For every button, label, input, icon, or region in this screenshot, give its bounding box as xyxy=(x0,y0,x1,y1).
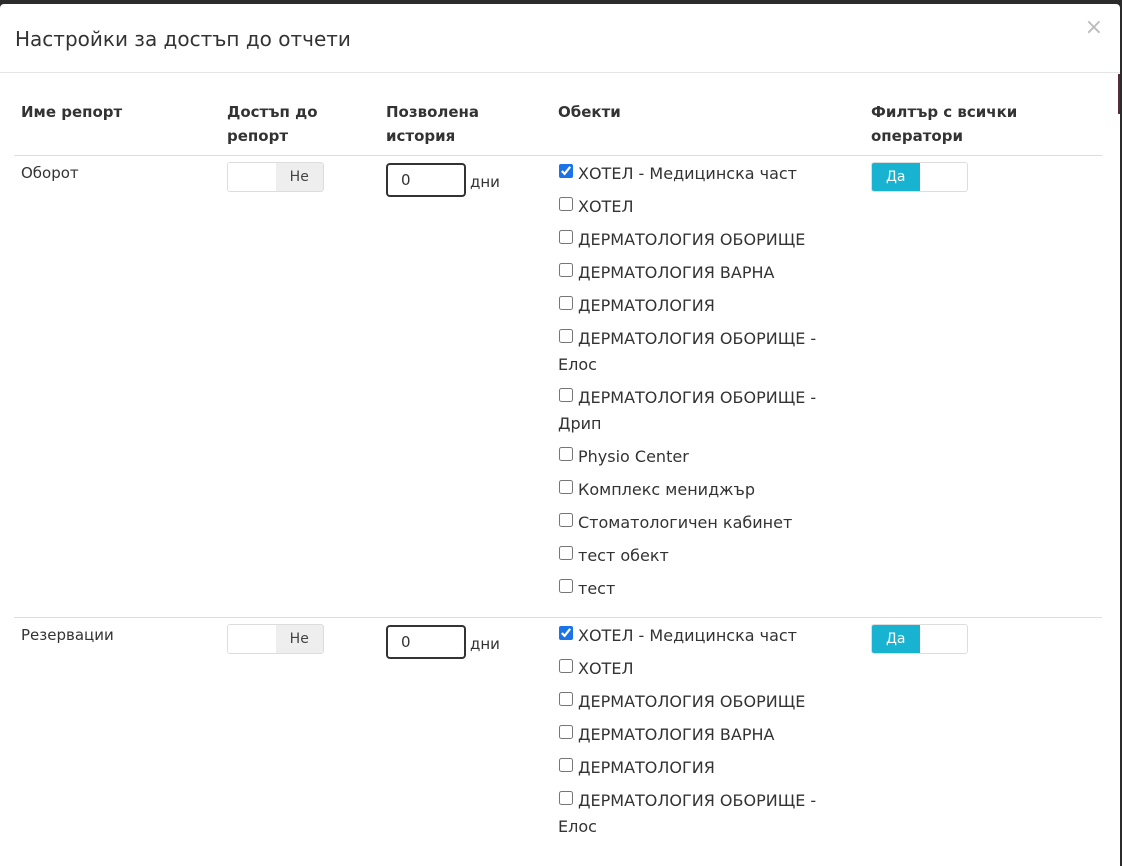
object-label: Physio Center xyxy=(578,447,689,466)
object-checkbox[interactable] xyxy=(559,480,573,494)
object-option[interactable]: ХОТЕЛ xyxy=(558,194,857,220)
object-option[interactable]: тест xyxy=(558,576,857,602)
header-filter: Филтър с всички оператори xyxy=(871,103,1018,145)
header-name: Име репорт xyxy=(21,103,123,121)
object-option[interactable]: Physio Center xyxy=(558,444,857,470)
object-label: Стоматологичен кабинет xyxy=(578,513,793,532)
table-row: Оборот Не дни ХОТЕЛ - Медицинска част ХО… xyxy=(14,156,1102,618)
object-checkbox[interactable] xyxy=(559,388,573,402)
object-label: ДЕРМАТОЛОГИЯ ОБОРИЩЕ - Дрип xyxy=(558,388,817,433)
access-toggle[interactable]: Не xyxy=(227,162,324,192)
report-name: Резервации xyxy=(21,626,114,644)
object-label: ХОТЕЛ - Медицинска част xyxy=(578,164,797,183)
object-label: тест xyxy=(578,579,616,598)
object-checkbox[interactable] xyxy=(559,626,573,640)
object-checkbox[interactable] xyxy=(559,197,573,211)
object-label: ХОТЕЛ xyxy=(578,659,634,678)
history-days-input[interactable] xyxy=(386,163,466,197)
object-checkbox[interactable] xyxy=(559,758,573,772)
toggle-blank xyxy=(228,163,276,191)
header-history: Позволена история xyxy=(386,103,480,145)
object-option[interactable]: ДЕРМАТОЛОГИЯ ВАРНА xyxy=(558,722,857,748)
object-checkbox[interactable] xyxy=(559,329,573,343)
report-name: Оборот xyxy=(21,164,79,182)
objects-list: ХОТЕЛ - Медицинска част ХОТЕЛ ДЕРМАТОЛОГ… xyxy=(551,156,864,618)
report-settings-table: Име репорт Достъп до репорт Позволена ис… xyxy=(14,96,1102,855)
object-checkbox[interactable] xyxy=(559,725,573,739)
filter-toggle[interactable]: Да xyxy=(871,624,968,654)
header-access: Достъп до репорт xyxy=(227,103,318,145)
object-option[interactable]: ХОТЕЛ - Медицинска част xyxy=(558,623,857,649)
object-label: ДЕРМАТОЛОГИЯ ОБОРИЩЕ xyxy=(578,692,806,711)
table-row: Резервации Не дни ХОТЕЛ - Медицинска час… xyxy=(14,618,1102,856)
object-checkbox[interactable] xyxy=(559,692,573,706)
table-header-row: Име репорт Достъп до репорт Позволена ис… xyxy=(14,96,1102,156)
toggle-on-label: Да xyxy=(872,625,920,653)
object-option[interactable]: ХОТЕЛ - Медицинска част xyxy=(558,161,857,187)
object-checkbox[interactable] xyxy=(559,447,573,461)
toggle-blank xyxy=(919,163,967,191)
object-label: ДЕРМАТОЛОГИЯ ОБОРИЩЕ xyxy=(578,230,806,249)
object-label: ДЕРМАТОЛОГИЯ ОБОРИЩЕ - Елос xyxy=(558,791,817,836)
toggle-blank xyxy=(919,625,967,653)
object-checkbox[interactable] xyxy=(559,659,573,673)
object-option[interactable]: ХОТЕЛ xyxy=(558,656,857,682)
object-option[interactable]: ДЕРМАТОЛОГИЯ xyxy=(558,293,857,319)
toggle-on-label: Да xyxy=(872,163,920,191)
objects-list: ХОТЕЛ - Медицинска част ХОТЕЛ ДЕРМАТОЛОГ… xyxy=(551,618,864,856)
close-icon[interactable]: × xyxy=(1085,17,1103,39)
filter-toggle[interactable]: Да xyxy=(871,162,968,192)
object-option[interactable]: ДЕРМАТОЛОГИЯ ОБОРИЩЕ xyxy=(558,227,857,253)
object-option[interactable]: ДЕРМАТОЛОГИЯ xyxy=(558,755,857,781)
toggle-off-label: Не xyxy=(275,625,323,653)
modal-title: Настройки за достъп до отчети xyxy=(15,27,351,51)
object-label: ДЕРМАТОЛОГИЯ ВАРНА xyxy=(578,725,775,744)
object-option[interactable]: Стоматологичен кабинет xyxy=(558,510,857,536)
access-toggle[interactable]: Не xyxy=(227,624,324,654)
object-checkbox[interactable] xyxy=(559,546,573,560)
object-label: ХОТЕЛ xyxy=(578,197,634,216)
object-option[interactable]: ДЕРМАТОЛОГИЯ ОБОРИЩЕ xyxy=(558,689,857,715)
object-option[interactable]: ДЕРМАТОЛОГИЯ ОБОРИЩЕ - Елос xyxy=(558,788,857,840)
header-objects: Обекти xyxy=(558,103,621,121)
toggle-off-label: Не xyxy=(275,163,323,191)
object-option[interactable]: Комплекс мениджър xyxy=(558,477,857,503)
scroll-edge xyxy=(1118,74,1120,114)
history-days-input[interactable] xyxy=(386,625,466,659)
days-label: дни xyxy=(470,173,500,191)
object-label: ХОТЕЛ - Медицинска част xyxy=(578,626,797,645)
object-option[interactable]: ДЕРМАТОЛОГИЯ ВАРНА xyxy=(558,260,857,286)
object-checkbox[interactable] xyxy=(559,513,573,527)
object-label: тест обект xyxy=(578,546,669,565)
object-label: Комплекс мениджър xyxy=(578,480,756,499)
object-checkbox[interactable] xyxy=(559,791,573,805)
object-option[interactable]: ДЕРМАТОЛОГИЯ ОБОРИЩЕ - Дрип xyxy=(558,385,857,437)
object-option[interactable]: тест обект xyxy=(558,543,857,569)
object-checkbox[interactable] xyxy=(559,164,573,178)
object-label: ДЕРМАТОЛОГИЯ xyxy=(578,296,715,315)
object-option[interactable]: ДЕРМАТОЛОГИЯ ОБОРИЩЕ - Елос xyxy=(558,326,857,378)
history-group: дни xyxy=(386,163,544,197)
object-label: ДЕРМАТОЛОГИЯ ВАРНА xyxy=(578,263,775,282)
history-group: дни xyxy=(386,625,544,659)
toggle-blank xyxy=(228,625,276,653)
object-label: ДЕРМАТОЛОГИЯ ОБОРИЩЕ - Елос xyxy=(558,329,817,374)
object-label: ДЕРМАТОЛОГИЯ xyxy=(578,758,715,777)
report-access-modal: Настройки за достъп до отчети × Име репо… xyxy=(0,4,1120,866)
object-checkbox[interactable] xyxy=(559,579,573,593)
days-label: дни xyxy=(470,635,500,653)
object-checkbox[interactable] xyxy=(559,263,573,277)
modal-header: Настройки за достъп до отчети × xyxy=(0,4,1120,73)
object-checkbox[interactable] xyxy=(559,230,573,244)
object-checkbox[interactable] xyxy=(559,296,573,310)
